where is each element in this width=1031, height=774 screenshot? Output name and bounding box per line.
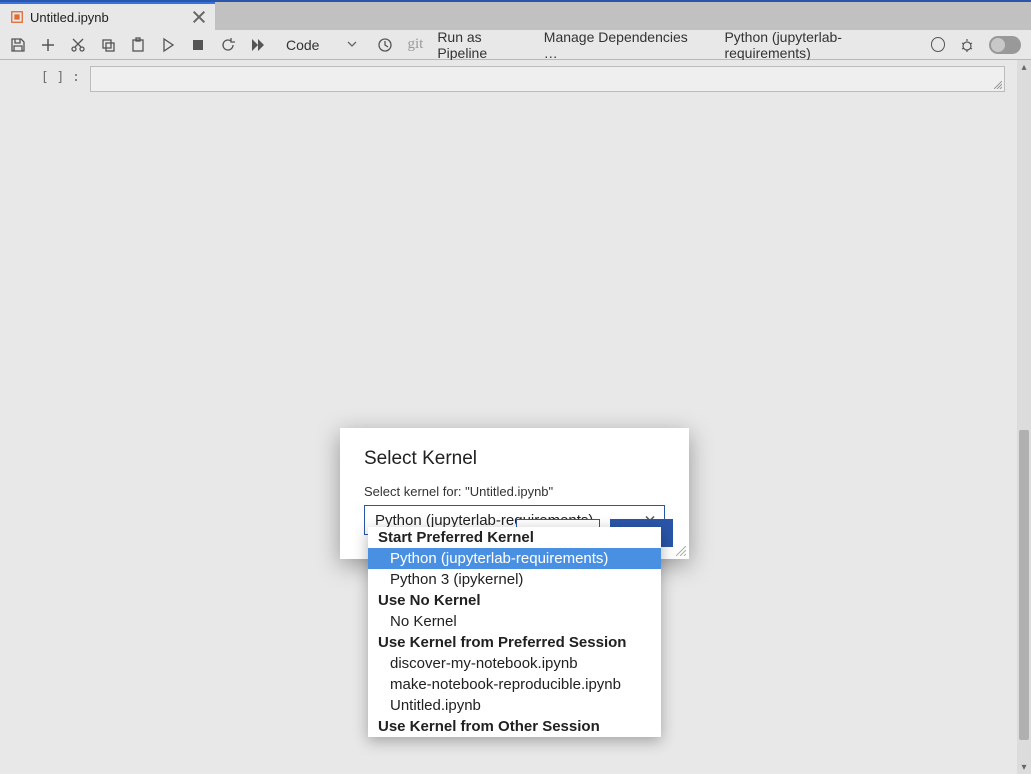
scrollbar-thumb[interactable] [1019, 430, 1029, 740]
notebook-area: [ ] : ▴ ▾ Select Kernel Select kernel fo… [0, 60, 1031, 774]
run-all-icon[interactable] [250, 37, 266, 53]
kernel-status-icon[interactable] [931, 37, 945, 52]
manage-dependencies-button[interactable]: Manage Dependencies … [544, 29, 697, 61]
dropdown-group-label: Use No Kernel [368, 590, 661, 611]
cut-icon[interactable] [70, 37, 86, 53]
dropdown-item[interactable]: Python 3 (ipykernel) [368, 569, 661, 590]
git-icon[interactable]: git [407, 36, 423, 53]
add-cell-icon[interactable] [40, 37, 56, 53]
dropdown-group-label: Use Kernel from Preferred Session [368, 632, 661, 653]
dialog-subtitle: Select kernel for: "Untitled.ipynb" [364, 484, 665, 499]
save-icon[interactable] [10, 37, 26, 53]
dropdown-item[interactable]: Untitled.ipynb [368, 695, 661, 716]
cell-type-select[interactable]: Code [280, 35, 363, 55]
cell-type-label: Code [286, 37, 319, 53]
scroll-up-arrow-icon[interactable]: ▴ [1017, 60, 1031, 74]
dropdown-item[interactable]: Python (jupyterlab-requirements) [368, 548, 661, 569]
copy-icon[interactable] [100, 37, 116, 53]
dropdown-group-label: Use Kernel from Other Session [368, 716, 661, 737]
dropdown-item[interactable]: No Kernel [368, 611, 661, 632]
dialog-resize-handle-icon[interactable] [676, 546, 686, 556]
run-icon[interactable] [160, 37, 176, 53]
notebook-tab[interactable]: Untitled.ipynb [0, 2, 215, 30]
kernel-dropdown[interactable]: Start Preferred KernelPython (jupyterlab… [368, 527, 661, 737]
code-cell[interactable]: [ ] : [0, 60, 1031, 92]
run-as-pipeline-button[interactable]: Run as Pipeline [437, 29, 529, 61]
tab-bar: Untitled.ipynb [0, 0, 1031, 30]
dropdown-group-label: Start Preferred Kernel [368, 527, 661, 548]
restart-icon[interactable] [220, 37, 236, 53]
cell-prompt: [ ] : [10, 66, 90, 92]
kernel-name-button[interactable]: Python (jupyterlab-requirements) [724, 29, 916, 61]
stop-icon[interactable] [190, 37, 206, 53]
paste-icon[interactable] [130, 37, 146, 53]
scroll-down-arrow-icon[interactable]: ▾ [1017, 760, 1031, 774]
dialog-title: Select Kernel [364, 448, 665, 470]
notebook-toolbar: Code git Run as Pipeline Manage Dependen… [0, 30, 1031, 60]
dropdown-item[interactable]: discover-my-notebook.ipynb [368, 653, 661, 674]
chevron-down-icon [347, 38, 357, 52]
tab-title: Untitled.ipynb [30, 10, 185, 25]
vertical-scrollbar[interactable]: ▴ ▾ [1017, 60, 1031, 774]
clock-icon[interactable] [377, 37, 393, 53]
debug-icon[interactable] [959, 37, 975, 53]
notebook-file-icon [10, 10, 24, 24]
resize-handle-icon[interactable] [994, 81, 1002, 89]
debug-toggle[interactable] [989, 36, 1021, 54]
close-tab-icon[interactable] [191, 9, 207, 25]
dropdown-item[interactable]: make-notebook-reproducible.ipynb [368, 674, 661, 695]
cell-input[interactable] [90, 66, 1005, 92]
